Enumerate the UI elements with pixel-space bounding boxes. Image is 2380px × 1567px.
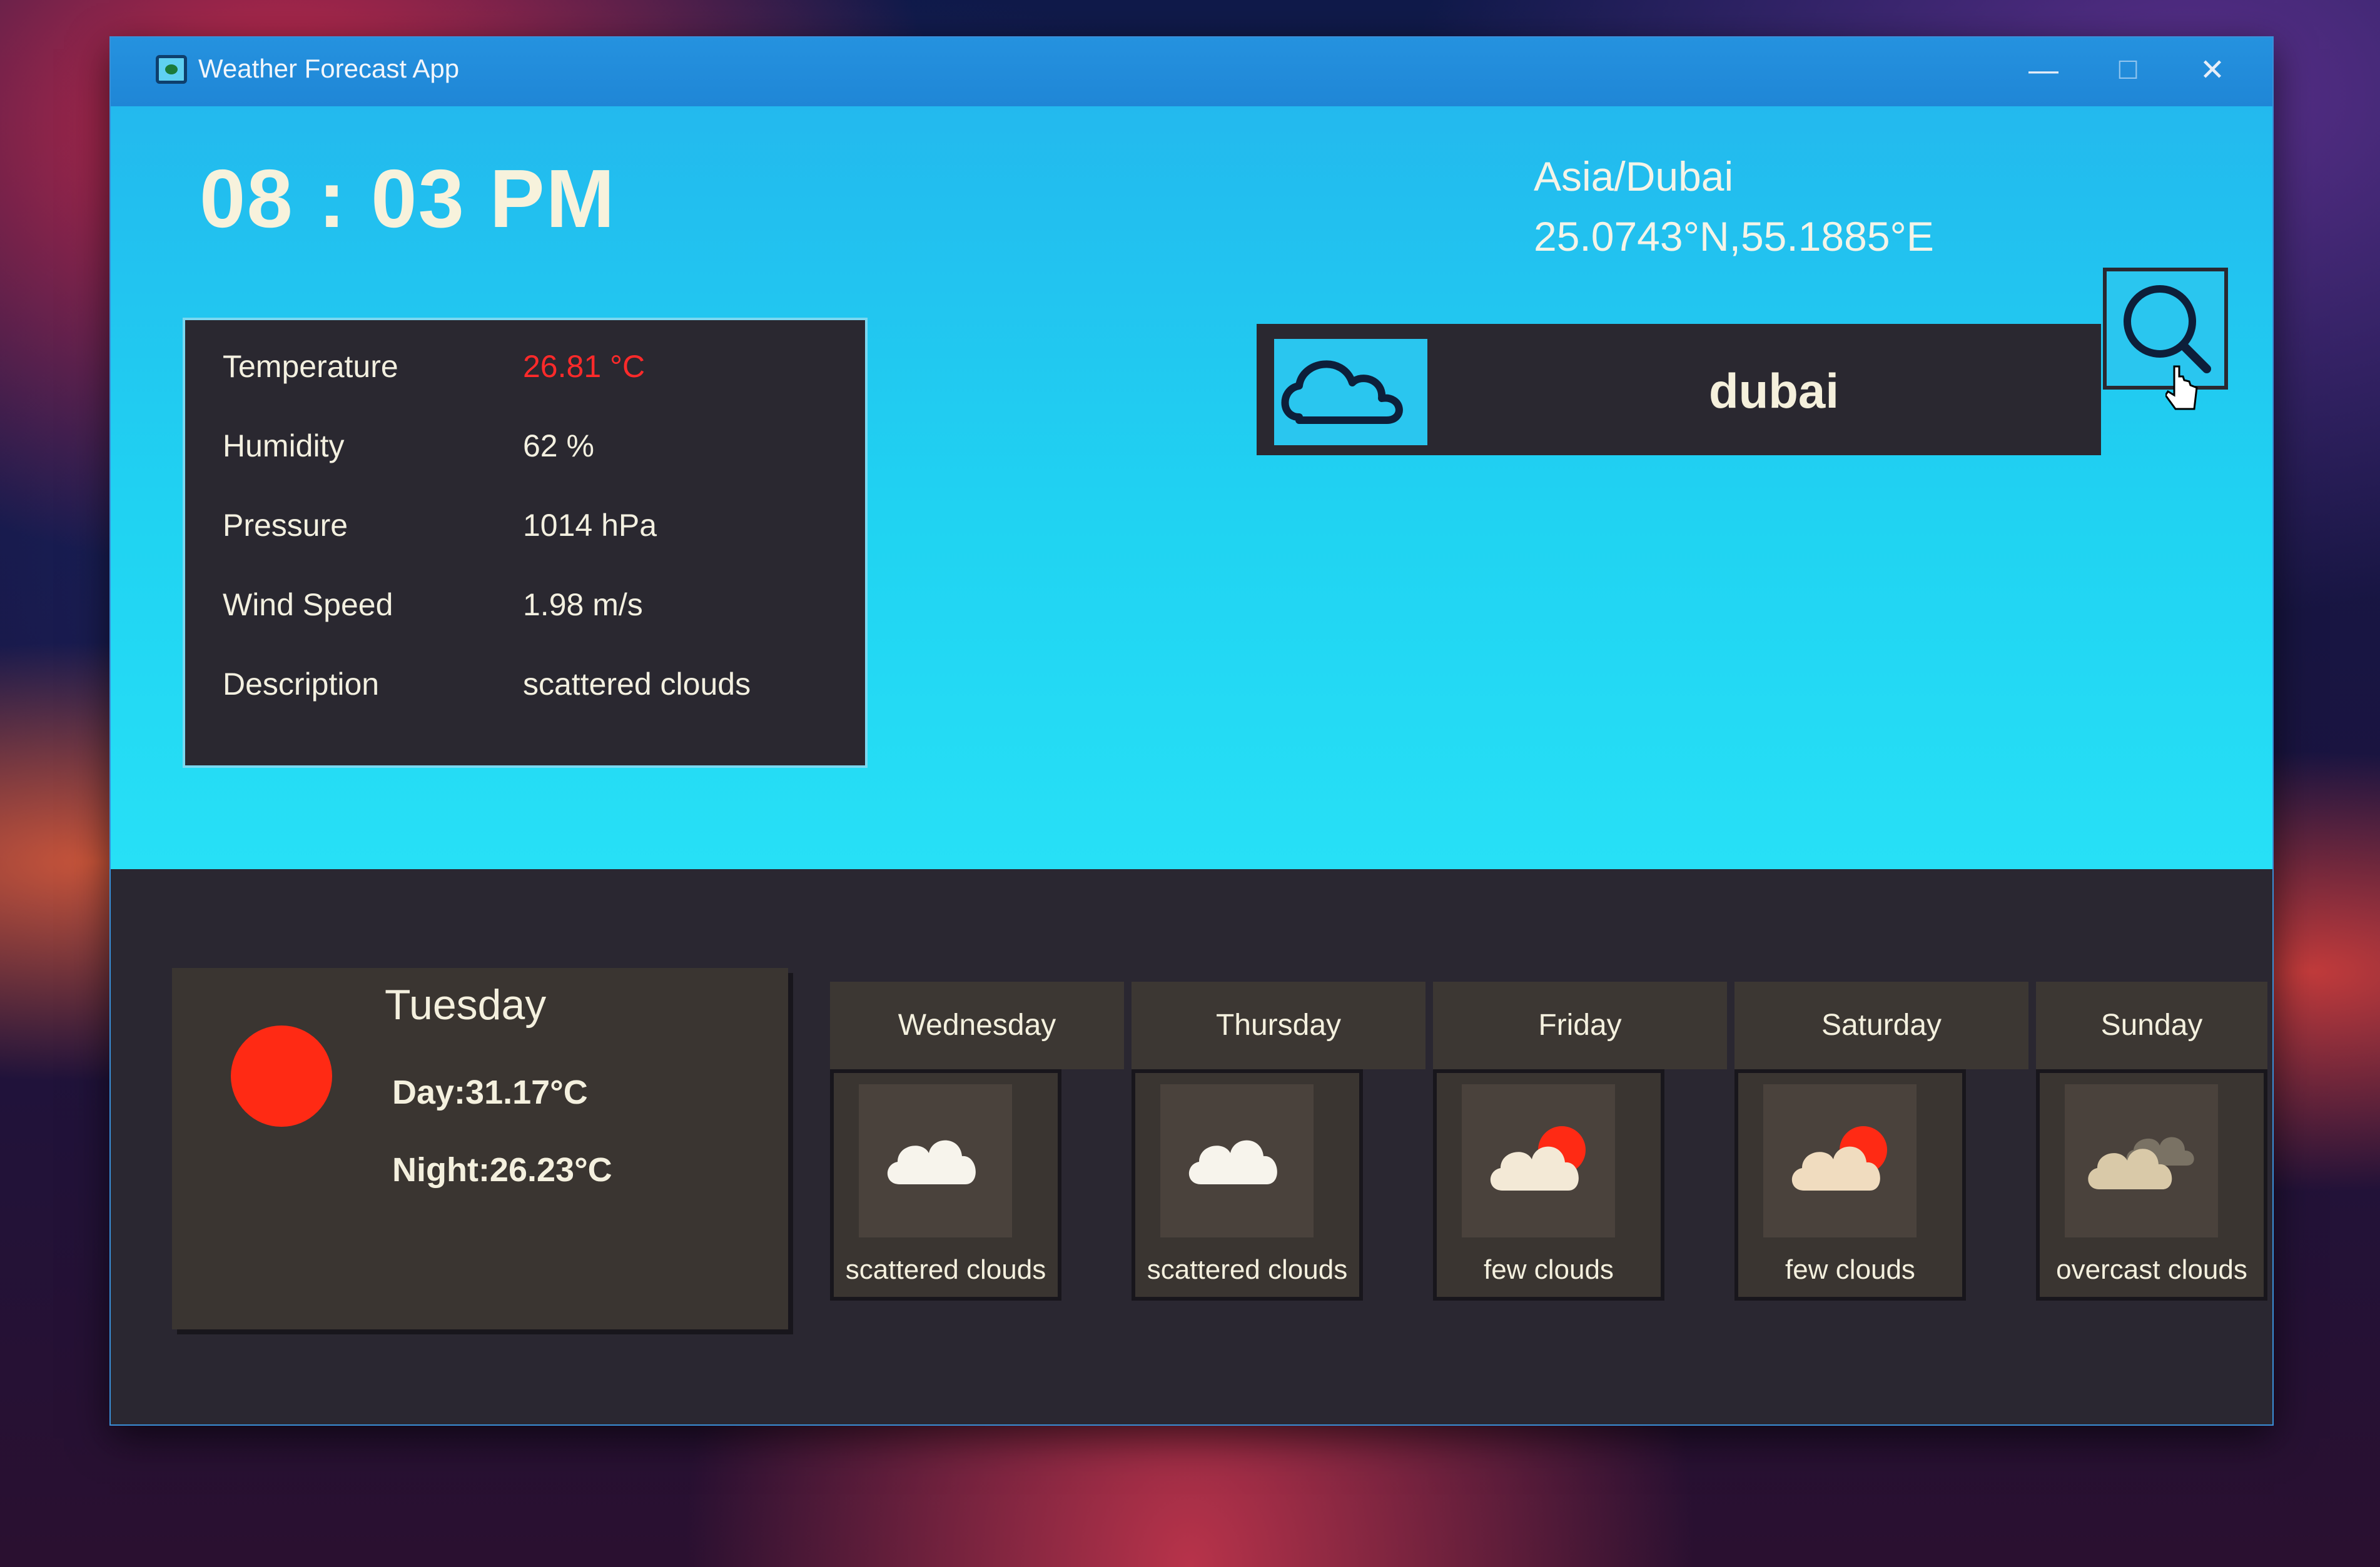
- coordinates-label: 25.0743°N,55.1885°E: [1534, 213, 1934, 259]
- forecast-icon-box: [2065, 1084, 2218, 1237]
- pressure-value: 1014 hPa: [523, 508, 657, 543]
- forecast-icon-box: [1462, 1084, 1615, 1237]
- forecast-day-label: Wednesday: [830, 982, 1124, 1069]
- forecast-icon-box: [1763, 1084, 1917, 1237]
- cloud-sun-icon: [1791, 1126, 1887, 1191]
- forecast-icon-box: [859, 1084, 1012, 1237]
- today-night-temp: Night:26.23°C: [392, 1151, 612, 1189]
- humidity-value: 62 %: [523, 428, 594, 463]
- forecast-description: overcast clouds: [2056, 1254, 2247, 1285]
- forecast-description: scattered clouds: [1147, 1254, 1348, 1285]
- app-icon: [156, 55, 187, 84]
- forecast-section: Tuesday Day:31.17°C Night:26.23°C Wednes…: [111, 869, 2272, 1424]
- title-bar[interactable]: Weather Forecast App — ☐ ✕: [111, 38, 2272, 106]
- pressure-row: Pressure 1014 hPa: [223, 507, 836, 557]
- description-row: Description scattered clouds: [223, 666, 836, 716]
- cloud-icon: [1188, 1140, 1277, 1184]
- forecast-day-label: Sunday: [2036, 982, 2267, 1069]
- forecast-icon-box: [1160, 1084, 1314, 1237]
- minimize-button[interactable]: —: [2018, 49, 2069, 93]
- temperature-label: Temperature: [223, 349, 398, 384]
- description-value: scattered clouds: [523, 667, 751, 702]
- pressure-label: Pressure: [223, 508, 348, 543]
- temperature-value: 26.81 °C: [523, 349, 646, 384]
- timezone-label: Asia/Dubai: [1534, 153, 1734, 199]
- current-conditions-panel: Temperature 26.81 °C Humidity 62 % Press…: [183, 318, 868, 768]
- forecast-card: overcast clouds: [2036, 1069, 2267, 1301]
- forecast-card: few clouds: [1734, 1069, 1966, 1301]
- wind-speed-value: 1.98 m/s: [523, 587, 643, 622]
- today-card: Tuesday Day:31.17°C Night:26.23°C: [172, 968, 788, 1329]
- close-button[interactable]: ✕: [2187, 49, 2237, 93]
- forecast-card: scattered clouds: [830, 1069, 1061, 1301]
- forecast-card: scattered clouds: [1132, 1069, 1363, 1301]
- humidity-row: Humidity 62 %: [223, 428, 836, 478]
- maximize-button[interactable]: ☐: [2103, 49, 2153, 93]
- forecast-description: scattered clouds: [845, 1254, 1046, 1285]
- cloud-icon: [1281, 360, 1403, 424]
- wind-speed-row: Wind Speed 1.98 m/s: [223, 587, 836, 637]
- window-title: Weather Forecast App: [198, 54, 460, 83]
- sun-icon: [231, 1025, 332, 1127]
- cloud-icon: [887, 1140, 976, 1184]
- today-day-temp: Day:31.17°C: [392, 1074, 588, 1111]
- mouse-cursor-icon: [2165, 365, 2198, 410]
- forecast-card: few clouds: [1433, 1069, 1664, 1301]
- forecast-description: few clouds: [1785, 1254, 1915, 1285]
- temperature-row: Temperature 26.81 °C: [223, 348, 836, 398]
- app-window: Weather Forecast App — ☐ ✕ 08 : 03 PM As…: [109, 36, 2274, 1426]
- forecast-description: few clouds: [1484, 1254, 1614, 1285]
- forecast-day-label: Thursday: [1132, 982, 1425, 1069]
- today-day-label: Tuesday: [385, 981, 547, 1029]
- city-search-input[interactable]: [1457, 346, 2091, 435]
- description-label: Description: [223, 667, 380, 702]
- overcast-cloud-icon: [2088, 1137, 2194, 1189]
- wind-speed-label: Wind Speed: [223, 587, 393, 622]
- search-bar: [1257, 324, 2101, 455]
- forecast-day-label: Friday: [1433, 982, 1727, 1069]
- search-cloud-icon-box: [1274, 339, 1427, 445]
- current-weather-section: 08 : 03 PM Asia/Dubai 25.0743°N,55.1885°…: [111, 106, 2272, 869]
- forecast-day-label: Saturday: [1734, 982, 2028, 1069]
- humidity-label: Humidity: [223, 428, 345, 463]
- clock-display: 08 : 03 PM: [200, 153, 616, 244]
- cloud-sun-icon: [1490, 1126, 1586, 1191]
